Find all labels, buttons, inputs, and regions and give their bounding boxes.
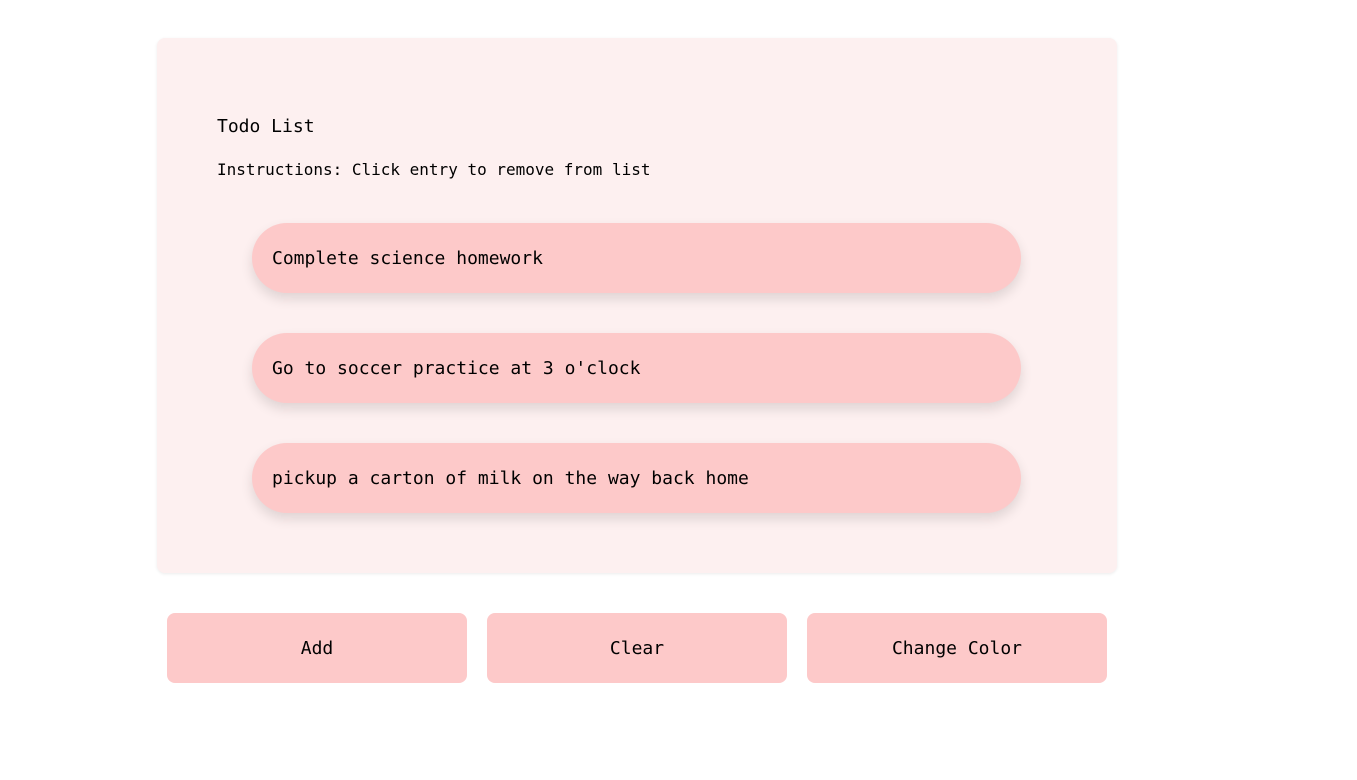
todo-item[interactable]: Go to soccer practice at 3 o'clock bbox=[252, 333, 1021, 403]
page-title: Todo List bbox=[217, 116, 315, 137]
change-color-button[interactable]: Change Color bbox=[807, 613, 1107, 683]
todo-panel: Todo List Instructions: Click entry to r… bbox=[157, 38, 1117, 573]
clear-button[interactable]: Clear bbox=[487, 613, 787, 683]
add-button[interactable]: Add bbox=[167, 613, 467, 683]
todo-item[interactable]: pickup a carton of milk on the way back … bbox=[252, 443, 1021, 513]
instructions-text: Instructions: Click entry to remove from… bbox=[217, 160, 651, 179]
todo-item[interactable]: Complete science homework bbox=[252, 223, 1021, 293]
